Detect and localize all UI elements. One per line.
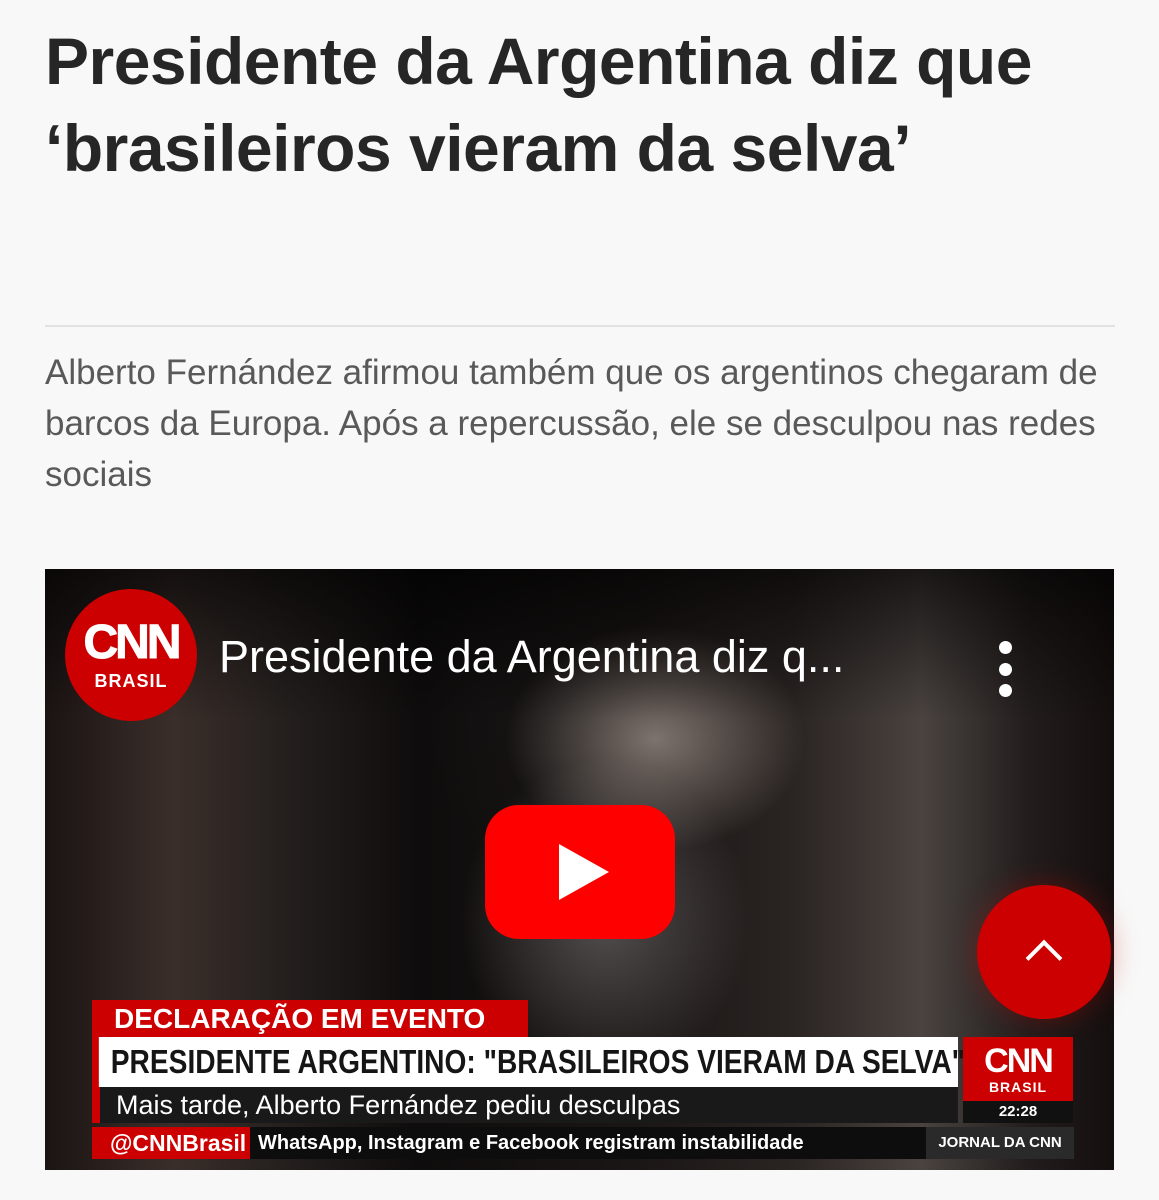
video-title[interactable]: Presidente da Argentina diz q... (219, 631, 844, 683)
play-icon (559, 844, 609, 900)
news-ticker: @CNNBrasil WhatsApp, Instagram e Faceboo… (92, 1127, 1074, 1159)
channel-avatar[interactable]: CNN BRASIL (65, 589, 197, 721)
broadcast-lower-third-subtitle: Mais tarde, Alberto Fernández pediu desc… (92, 1087, 958, 1123)
corner-logo-text: CNN (984, 1042, 1054, 1080)
article-headline: Presidente da Argentina diz que ‘brasile… (45, 24, 1032, 185)
article-deck: Alberto Fernández afirmou também que os … (45, 353, 1098, 494)
ticker-text: WhatsApp, Instagram e Facebook registram… (258, 1132, 804, 1154)
channel-logo-text: CNN (83, 615, 182, 669)
chevron-up-icon (1025, 939, 1063, 977)
more-dot (998, 684, 1012, 697)
more-options-icon[interactable] (995, 641, 1015, 697)
video-player[interactable]: CNN BRASIL Presidente da Argentina diz q… (45, 569, 1114, 1170)
broadcast-kicker: DECLARAÇÃO EM EVENTO (92, 1000, 528, 1037)
headline-divider (45, 325, 1115, 327)
ticker-handle: @CNNBrasil (92, 1127, 250, 1159)
broadcast-corner-logo: CNN BRASIL 22:28 (963, 1037, 1073, 1123)
ticker-show-name: JORNAL DA CNN (926, 1127, 1074, 1159)
more-dot (998, 662, 1012, 676)
broadcast-clock: 22:28 (963, 1101, 1073, 1123)
channel-logo-subtext: BRASIL (94, 670, 168, 691)
more-dot (998, 641, 1012, 654)
play-button[interactable] (485, 805, 675, 939)
broadcast-lower-third-title: PRESIDENTE ARGENTINO: "BRASILEIROS VIERA… (92, 1037, 965, 1087)
corner-logo-subtext: BRASIL (988, 1079, 1048, 1095)
scroll-to-top-button[interactable] (977, 885, 1111, 1019)
